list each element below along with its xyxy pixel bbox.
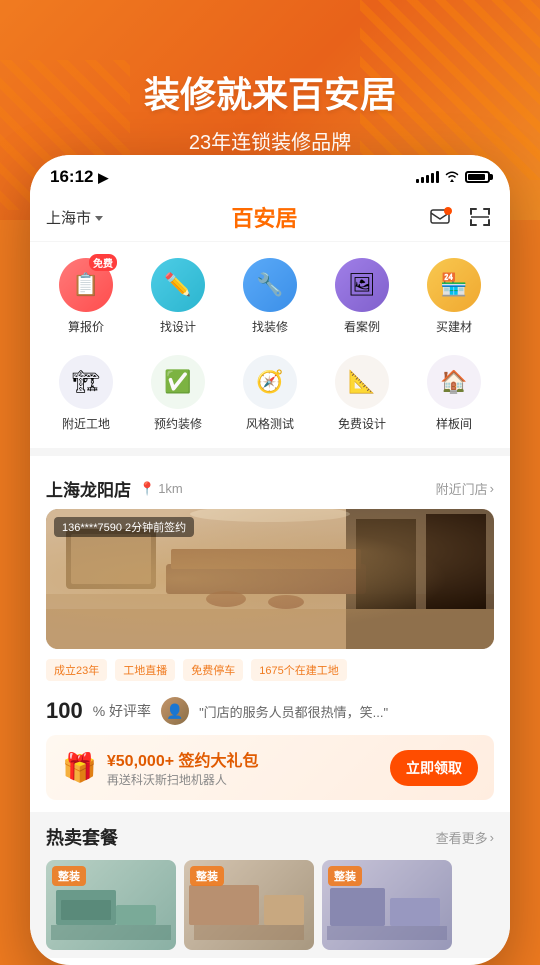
promo-text: ¥50,000+ 签约大礼包 再送科沃斯扫地机器人	[107, 747, 259, 788]
quick-item-design[interactable]: ✏️ 找设计	[138, 258, 218, 335]
hot-section: 热卖套餐 查看更多 › 整装	[30, 812, 510, 958]
location-text: 上海市	[46, 207, 91, 228]
hot-card-2[interactable]: 整装	[184, 860, 314, 950]
quick-label-showroom: 样板间	[436, 415, 472, 432]
store-name-area: 上海龙阳店 📍 1km	[46, 476, 183, 501]
rating-comment: "门店的服务人员都很热情，笑..."	[199, 702, 388, 721]
quick-label-estimate: 算报价	[68, 318, 104, 335]
quick-item-cases[interactable]: 🖼 看案例	[322, 258, 402, 335]
hot-card-3[interactable]: 整装	[322, 860, 452, 950]
card1-label: 整装	[52, 866, 86, 886]
section-title: 热卖套餐	[46, 824, 118, 850]
scan-icon[interactable]	[466, 203, 494, 231]
chevron-right-icon: ›	[490, 830, 494, 845]
location-selector[interactable]: 上海市	[46, 207, 103, 228]
signal-icon	[416, 171, 439, 183]
status-time: 16:12 ▶	[50, 167, 108, 187]
quick-label-materials: 买建材	[436, 318, 472, 335]
quick-label-cases: 看案例	[344, 318, 380, 335]
quick-label-design: 找设计	[160, 318, 196, 335]
quick-item-booking[interactable]: ✅ 预约装修	[138, 355, 218, 432]
chevron-down-icon	[95, 216, 103, 221]
divider	[30, 448, 510, 456]
feature-established: 成立23年	[46, 659, 107, 681]
store-features: 成立23年 工地直播 免费停车 1675个在建工地	[30, 649, 510, 691]
nearby-store-link[interactable]: 附近门店 ›	[436, 479, 494, 498]
quick-item-styletest[interactable]: 🧭 风格测试	[230, 355, 310, 432]
hero-subtitle: 23年连锁装修品牌	[189, 126, 351, 155]
quick-label-booking: 预约装修	[154, 415, 202, 432]
feature-livestream: 工地直播	[115, 659, 175, 681]
promo-left: 🎁 ¥50,000+ 签约大礼包 再送科沃斯扫地机器人	[62, 747, 259, 788]
header-actions	[426, 203, 494, 231]
feature-sites: 1675个在建工地	[251, 659, 346, 681]
promo-desc: 再送科沃斯扫地机器人	[107, 771, 259, 788]
rating-number: 100	[46, 698, 83, 724]
rating-label: % 好评率	[93, 701, 151, 721]
store-title: 上海龙阳店	[46, 476, 131, 501]
store-rating: 100 % 好评率 👤 "门店的服务人员都很热情，笑..."	[30, 691, 510, 735]
hot-cards: 整装 整装	[46, 860, 494, 950]
quick-item-renovation[interactable]: 🔧 找装修	[230, 258, 310, 335]
promo-claim-button[interactable]: 立即领取	[390, 750, 478, 786]
gift-icon: 🎁	[62, 751, 97, 784]
quick-item-freedesign[interactable]: 📐 免费设计	[322, 355, 402, 432]
quick-item-showroom[interactable]: 🏠 样板间	[414, 355, 494, 432]
feature-parking: 免费停车	[183, 659, 243, 681]
quick-label-renovation: 找装修	[252, 318, 288, 335]
phone-mockup: 16:12 ▶ 上海市	[30, 155, 510, 965]
promo-amount: ¥50,000+ 签约大礼包	[107, 747, 259, 771]
app-logo: 百安居	[232, 201, 298, 233]
quick-item-materials[interactable]: 🏪 买建材	[414, 258, 494, 335]
location-pin-icon: 📍	[139, 481, 155, 497]
quick-item-estimate[interactable]: 📋 免费 算报价	[46, 258, 126, 335]
status-icons	[416, 169, 490, 186]
wifi-icon	[444, 169, 460, 186]
store-phone-tag: 136****7590 2分钟前签约	[54, 517, 194, 537]
hero-title: 装修就来百安居	[144, 66, 396, 118]
quick-access-row1: 📋 免费 算报价 ✏️ 找设计 🔧 找装修 🖼 看案例	[30, 242, 510, 351]
status-bar: 16:12 ▶	[30, 155, 510, 193]
card3-label: 整装	[328, 866, 362, 886]
card2-label: 整装	[190, 866, 224, 886]
free-badge: 免费	[89, 254, 117, 271]
store-distance: 📍 1km	[139, 481, 183, 497]
avatar: 👤	[161, 697, 189, 725]
quick-label-styletest: 风格测试	[246, 415, 294, 432]
promo-banner: 🎁 ¥50,000+ 签约大礼包 再送科沃斯扫地机器人 立即领取	[46, 735, 494, 800]
quick-item-nearby[interactable]: 🏗 附近工地	[46, 355, 126, 432]
hot-card-1[interactable]: 整装	[46, 860, 176, 950]
quick-label-nearby: 附近工地	[62, 415, 110, 432]
message-icon[interactable]	[426, 203, 454, 231]
store-section: 上海龙阳店 📍 1km 附近门店 ›	[30, 464, 510, 800]
store-header: 上海龙阳店 📍 1km 附近门店 ›	[30, 464, 510, 509]
section-header: 热卖套餐 查看更多 ›	[46, 824, 494, 850]
store-image[interactable]: 136****7590 2分钟前签约	[46, 509, 494, 649]
app-header: 上海市 百安居	[30, 193, 510, 242]
quick-label-freedesign: 免费设计	[338, 415, 386, 432]
quick-access-row2: 🏗 附近工地 ✅ 预约装修 🧭 风格测试 📐 免费设计 🏠 样	[30, 351, 510, 448]
section-more-link[interactable]: 查看更多 ›	[436, 828, 494, 847]
chevron-right-icon: ›	[490, 481, 494, 496]
battery-icon	[465, 171, 490, 183]
